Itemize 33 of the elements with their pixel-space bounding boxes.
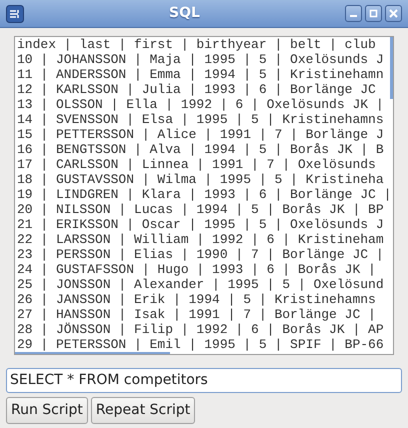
output-line: 12 | KARLSSON | Julia | 1993 | 6 | Borlänge JC (17, 82, 376, 97)
output-line: 27 | HANSSON | Isak | 1991 | 7 | Borlänge JC | (17, 307, 376, 322)
output-line: 22 | LARSSON | William | 1992 | 6 | Kristineham (17, 232, 384, 247)
output-line: 18 | GUSTAVSSON | Wilma | 1995 | 5 | Kristineha (17, 172, 384, 187)
output-line: 29 | PETERSSON | Emil | 1995 | 5 | SPIF | BP-66 (17, 337, 384, 352)
horizontal-scrollbar[interactable] (15, 352, 170, 354)
output-line: 13 | OLSSON | Ella | 1992 | 6 | Oxelösunds JK | (17, 97, 384, 112)
output-line: 16 | BENGTSSON | Alva | 1994 | 5 | Borås JK | B (17, 142, 384, 157)
output-line: 19 | LINDGREN | Klara | 1993 | 6 | Borlänge JC | (17, 187, 392, 202)
output-line: 21 | ERIKSSON | Oscar | 1995 | 5 | Oxelösunds J (17, 217, 384, 232)
maximize-button[interactable] (365, 5, 382, 22)
close-button[interactable] (385, 5, 402, 22)
output-line: 15 | PETTERSSON | Alice | 1991 | 7 | Borlänge J (17, 127, 384, 142)
output-line: 25 | JONSSON | Alexander | 1995 | 5 | Oxelösund (17, 277, 384, 292)
maximize-icon (369, 9, 378, 18)
output-line: 26 | JANSSON | Erik | 1994 | 5 | Kristinehamns (17, 292, 376, 307)
output-line: 24 | GUSTAFSSON | Hugo | 1993 | 6 | Borås JK | (17, 262, 376, 277)
output-line: 28 | JÖNSSON | Filip | 1992 | 6 | Borås JK | AP (17, 322, 384, 337)
output-line: index | last | first | birthyear | belt | club (17, 37, 376, 52)
output-line: 10 | JOHANSSON | Maja | 1995 | 5 | Oxelösunds J (17, 52, 384, 67)
output-line: 11 | ANDERSSON | Emma | 1994 | 5 | Kristinehamn (17, 67, 384, 82)
script-button[interactable]: Repeat Script (90, 396, 196, 424)
output-line: 23 | PERSSON | Elias | 1990 | 7 | Borlänge JC | (17, 247, 384, 262)
app-icon (6, 4, 24, 22)
output-line: 14 | SVENSSON | Elsa | 1995 | 5 | Kristinehamns (17, 112, 384, 127)
output-line: 20 | NILSSON | Lucas | 1994 | 5 | Borås JK | BP (17, 202, 384, 217)
minimize-button[interactable] (345, 5, 362, 22)
script-button[interactable]: Run Script (6, 396, 88, 424)
vertical-scrollbar[interactable] (390, 37, 393, 99)
window-title: SQL (169, 4, 200, 23)
close-icon (389, 9, 398, 18)
output-line: 17 | CARLSSON | Linnea | 1991 | 7 | Oxelösunds (17, 157, 376, 172)
query-field[interactable]: SELECT * FROM competitors (6, 368, 402, 392)
